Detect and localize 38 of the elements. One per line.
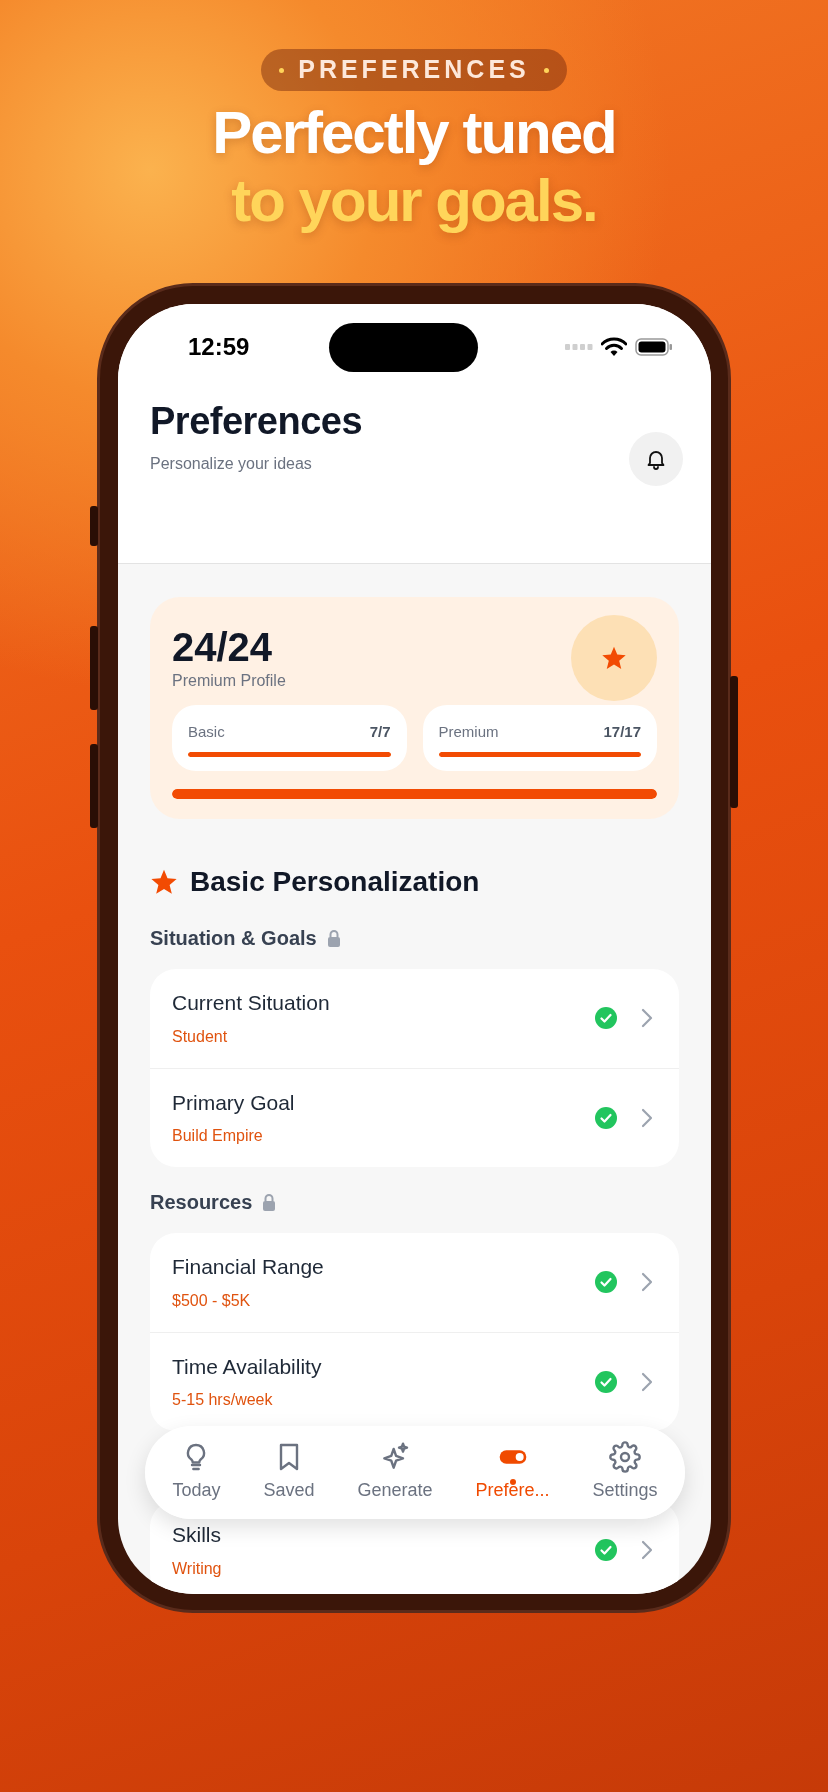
list-row[interactable]: Financial Range $500 - $5K: [150, 1232, 679, 1332]
row-value: Writing: [172, 1558, 223, 1579]
row-value: 5-15 hrs/week: [172, 1390, 274, 1411]
row-label: Skills: [172, 1522, 222, 1549]
list-row[interactable]: Current Situation Student: [150, 968, 679, 1068]
chevron-icon: [641, 1107, 653, 1128]
tier-count: 17/17: [603, 722, 641, 742]
chevron-icon: [641, 1371, 653, 1392]
section-title: Basic Personalization: [190, 864, 480, 899]
row-value: Build Empire: [172, 1126, 264, 1147]
headline-text: Perfectly tuned: [211, 99, 617, 167]
status-time: 12:59: [188, 332, 250, 362]
wifi-icon: [601, 337, 627, 357]
badge: PREFERENCES: [261, 49, 567, 91]
page-subtitle: Personalize your ideas: [150, 454, 313, 474]
chevron-icon: [641, 1272, 653, 1292]
row-label: Time Availability: [172, 1353, 323, 1380]
score-caption: Premium Profile: [172, 671, 286, 691]
group-title: Situation & Goals: [150, 925, 317, 951]
chevron-icon: [641, 1540, 653, 1560]
tier-label: Premium: [438, 722, 499, 742]
battery-icon: [635, 337, 673, 357]
list-row[interactable]: Primary Goal Build Empire: [150, 1067, 679, 1167]
row-value: Student: [172, 1026, 229, 1047]
tier-label: Basic: [188, 722, 225, 742]
row-label: Financial Range: [172, 1254, 325, 1281]
row-label: Primary Goal: [172, 1089, 296, 1116]
signal-icon: [565, 343, 593, 351]
score-text: 24/24: [172, 625, 274, 669]
headline-text: to your goals.: [230, 167, 598, 235]
row-label: Current Situation: [172, 990, 331, 1017]
settings-icon: [609, 1441, 641, 1473]
group-title: Resources: [150, 1189, 253, 1215]
star-icon: [601, 645, 627, 671]
page-title: Preferences: [150, 399, 363, 444]
chevron-icon: [641, 1008, 653, 1028]
tier-count: 7/7: [369, 722, 391, 742]
row-value: $500 - $5K: [172, 1290, 252, 1311]
